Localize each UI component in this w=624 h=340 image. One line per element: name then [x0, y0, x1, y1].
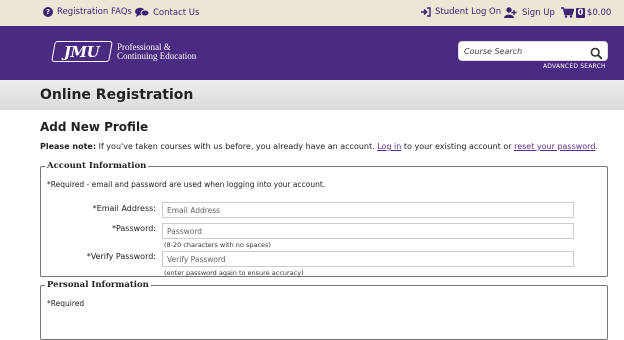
course-search-input[interactable]: [464, 44, 582, 59]
account-required-note: *Required - email and password are used …: [47, 180, 326, 189]
sign-up-link[interactable]: Sign Up: [504, 7, 555, 18]
note-text-2: to your existing account or: [401, 142, 515, 151]
brand-line-2: Continuing Education: [117, 51, 197, 61]
password-hint: (8-20 characters with no spaces): [164, 241, 271, 249]
email-label: *Email Address:: [92, 204, 156, 213]
verify-password-label: *Verify Password:: [86, 252, 156, 261]
note-text-3: .: [595, 142, 598, 151]
page-title: Online Registration: [40, 87, 194, 103]
log-in-link[interactable]: Log in: [377, 142, 401, 151]
utility-bar: ? Registration FAQs Contact Us Student L…: [0, 0, 624, 26]
course-search-box: [458, 41, 608, 61]
jmu-logo[interactable]: JMU: [51, 41, 113, 62]
section-heading: Add New Profile: [40, 120, 149, 134]
personal-required-note: *Required: [47, 299, 85, 308]
password-field[interactable]: [162, 223, 574, 239]
verify-password-field[interactable]: [162, 251, 574, 267]
contact-us-link[interactable]: Contact Us: [135, 7, 199, 18]
sign-in-icon: [420, 7, 431, 17]
reset-password-link[interactable]: reset your password: [514, 142, 595, 151]
cart-total: $0.00: [586, 7, 612, 18]
sign-up-label: Sign Up: [522, 7, 555, 18]
title-band: Online Registration: [0, 80, 624, 110]
brand-name: Professional & Continuing Education: [117, 43, 196, 61]
question-circle-icon: ?: [43, 7, 53, 17]
registration-faqs-label: Registration FAQs: [57, 7, 132, 17]
note-bold-label: Please note:: [40, 142, 97, 151]
cart-link[interactable]: 0 $0.00: [561, 7, 611, 18]
contact-us-label: Contact Us: [153, 7, 200, 18]
magnifier-icon[interactable]: [590, 45, 603, 60]
user-plus-icon: [504, 7, 518, 18]
advanced-search-link[interactable]: ADVANCED SEARCH: [543, 63, 606, 70]
cart-count-badge: 0: [576, 7, 585, 18]
student-log-on-link[interactable]: Student Log On: [420, 7, 501, 17]
jmu-logo-text: JMU: [64, 42, 100, 61]
account-information-legend: Account Information: [47, 161, 147, 171]
chat-bubbles-icon: [135, 7, 149, 18]
personal-information-legend: Personal Information: [47, 280, 149, 290]
student-log-on-label: Student Log On: [435, 7, 502, 17]
site-header: JMU Professional & Continuing Education …: [0, 26, 624, 80]
email-field[interactable]: [162, 202, 574, 218]
registration-faqs-link[interactable]: ? Registration FAQs: [43, 7, 132, 17]
account-information-fieldset: Account Information *Required - email an…: [40, 161, 608, 277]
personal-information-fieldset: Personal Information *Required: [40, 280, 608, 340]
verify-password-hint: (enter password again to ensure accuracy…: [164, 269, 304, 277]
existing-account-note: Please note: If you've taken courses wit…: [40, 142, 598, 151]
note-text-1: If you've taken courses with us before, …: [96, 142, 378, 151]
password-label: *Password:: [111, 224, 156, 233]
cart-icon: [561, 7, 574, 18]
